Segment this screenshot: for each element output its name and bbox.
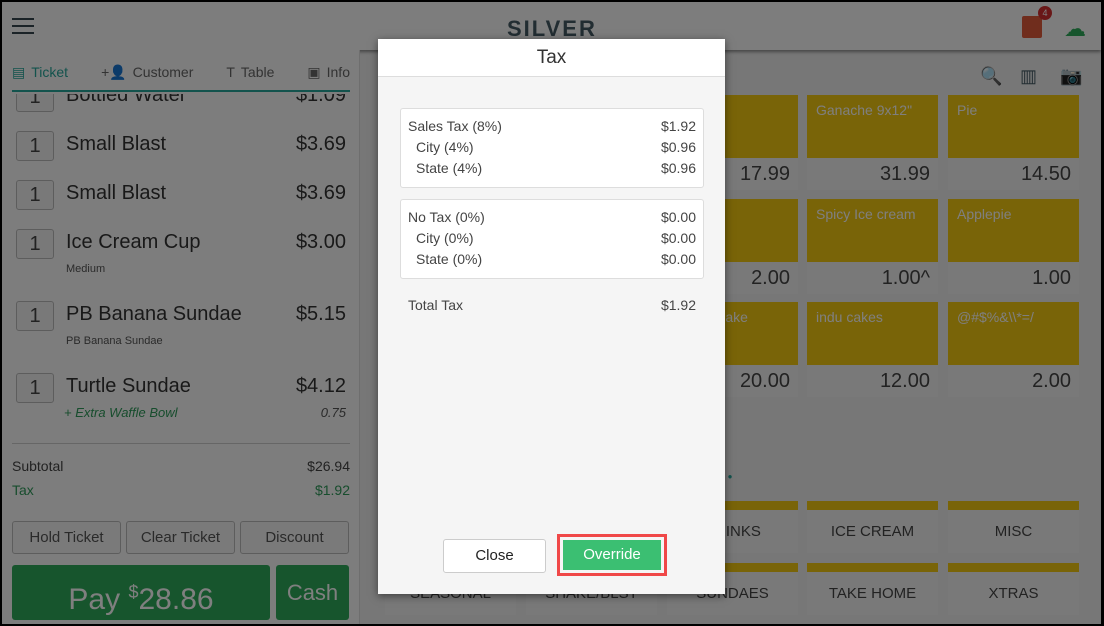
- override-button[interactable]: Override: [563, 540, 661, 570]
- close-button[interactable]: Close: [443, 539, 546, 573]
- no-tax-group: No Tax (0%) $0.00 City (0%) $0.00 State (0…: [400, 199, 704, 279]
- dialog-title: Tax: [378, 39, 725, 77]
- pos-app: SILVER 4 ☁ ▤Ticket +👤Customer TTable ▣In…: [2, 2, 1101, 624]
- override-button-highlight[interactable]: Override: [557, 534, 667, 576]
- total-tax-row: Total Tax $1.92: [408, 297, 696, 313]
- tax-dialog: Tax Sales Tax (8%) $1.92 City (4%) $0.96 S…: [378, 39, 725, 594]
- sales-tax-group: Sales Tax (8%) $1.92 City (4%) $0.96 State…: [400, 108, 704, 188]
